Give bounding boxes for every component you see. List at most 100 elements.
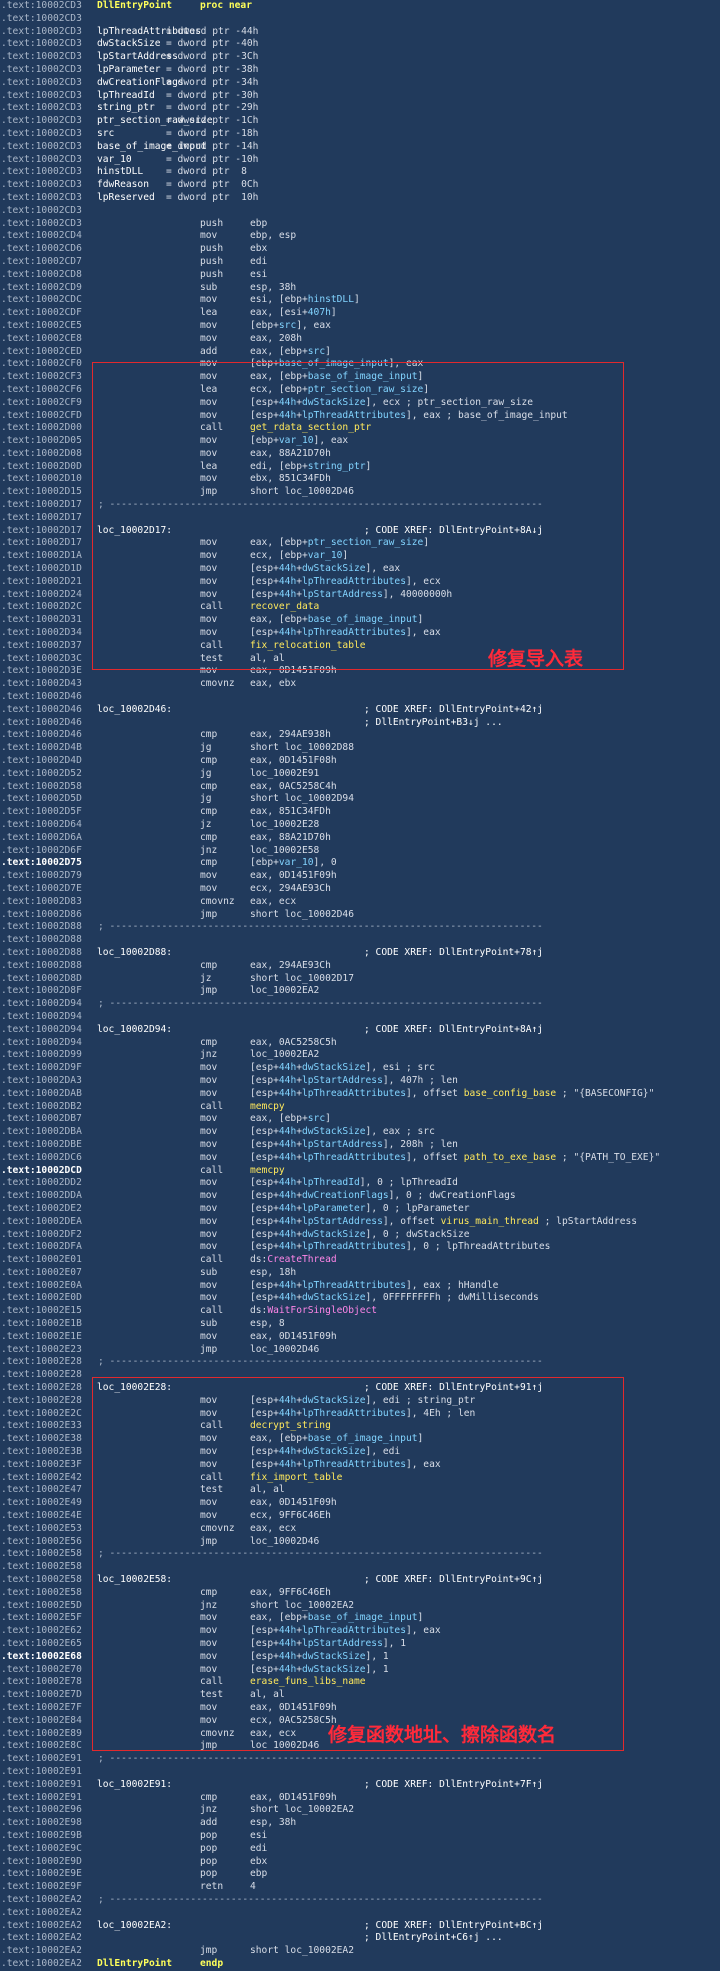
address: .text:10002CD4 xyxy=(1,230,82,242)
code-line: .text:10002E62 mov [esp+44h+lpThreadAttrib… xyxy=(0,1625,720,1638)
operands: memcpy xyxy=(250,1164,285,1176)
code-line: .text:10002D46 ; DllEntryPoint+B3↓j ... xyxy=(0,717,720,730)
mnemonic: pop xyxy=(200,1868,218,1880)
code-line: .text:10002D86 jmp short loc_10002D46 xyxy=(0,909,720,922)
address: .text:10002CE5 xyxy=(1,319,82,331)
code-line: .text:10002DC6 mov [esp+44h+lpThreadAttrib… xyxy=(0,1152,720,1165)
address: .text:10002D94 xyxy=(1,1023,82,1035)
mnemonic: endp xyxy=(200,1957,224,1969)
code-line: .text:10002E68 mov [esp+44h+dwStackSize], … xyxy=(0,1651,720,1664)
operands: [esp+44h+lpParameter], 0 ; lpParameter xyxy=(250,1202,470,1214)
code-line: .text:10002E1E mov eax, 0D1451F09h xyxy=(0,1331,720,1344)
address: .text:10002D46 xyxy=(1,691,82,703)
address: .text:10002CF9 xyxy=(1,396,82,408)
mnemonic: mov xyxy=(200,1638,218,1649)
code-line: .text:10002CD8 push esi xyxy=(0,269,720,282)
address: .text:10002CDF xyxy=(1,307,82,319)
code-line: .text:10002CD3 dwStackSize = dword ptr -40… xyxy=(0,38,720,51)
code-line: .text:10002CD3 base_of_image_input = dword… xyxy=(0,141,720,154)
code-line: .text:10002D88 cmp eax, 294AE93Ch xyxy=(0,960,720,973)
operands: loc_10002D46 xyxy=(250,1740,320,1752)
address: .text:10002D05 xyxy=(1,435,82,447)
mnemonic: mov xyxy=(200,1701,218,1713)
code-label: DllEntryPoint xyxy=(97,1957,173,1969)
code-line: .text:10002CF0 mov [ebp+base_of_image_inpu… xyxy=(0,358,720,371)
address: .text:10002E1B xyxy=(1,1318,82,1330)
operands: [esp+44h+dwStackSize], 1 xyxy=(250,1650,389,1662)
mnemonic: mov xyxy=(200,371,218,383)
mnemonic: cmp xyxy=(200,780,218,792)
code-line: .text:10002E3B mov [esp+44h+dwStackSize], … xyxy=(0,1446,720,1459)
mnemonic: test xyxy=(200,652,224,664)
mnemonic: jmp xyxy=(200,486,218,498)
address: .text:10002E58 xyxy=(1,1586,82,1598)
operands: ebx xyxy=(250,243,268,255)
address: .text:10002CD3 xyxy=(1,127,82,139)
code-line: .text:10002D5F cmp eax, 851C34FDh xyxy=(0,806,720,819)
operands: [ebp+src], eax xyxy=(250,319,331,331)
mnemonic: call xyxy=(200,601,224,613)
mnemonic: jg xyxy=(200,742,212,754)
code-line: .text:10002D58 cmp eax, 0AC5258C4h xyxy=(0,781,720,794)
mnemonic: mov xyxy=(200,1228,218,1240)
code-line: .text:10002D52 jg loc_10002E91 xyxy=(0,768,720,781)
code-line: .text:10002CFD mov [esp+44h+lpThreadAttrib… xyxy=(0,410,720,423)
address: .text:10002D88 xyxy=(1,934,82,946)
code-line: .text:10002CE8 mov eax, 208h xyxy=(0,333,720,346)
operands: eax, [ebp+base_of_image_input] xyxy=(250,371,424,383)
address: .text:10002CD3 xyxy=(1,12,82,24)
address: .text:10002D21 xyxy=(1,575,82,587)
operands: loc_10002E58 xyxy=(250,844,320,856)
address: .text:10002E78 xyxy=(1,1676,82,1688)
code-line: .text:10002D31 mov eax, [ebp+base_of_image… xyxy=(0,614,720,627)
address: .text:10002CD3 xyxy=(1,153,82,165)
stack-var-def: = dword ptr -40h xyxy=(166,38,259,50)
address: .text:10002D0D xyxy=(1,460,82,472)
address: .text:10002D17 xyxy=(1,499,82,511)
address: .text:10002CD3 xyxy=(1,89,82,101)
code-line: .text:10002D1D mov [esp+44h+dwStackSize], … xyxy=(0,563,720,576)
code-line: .text:10002E58 cmp eax, 9FF6C46Eh xyxy=(0,1587,720,1600)
mnemonic: cmp xyxy=(200,831,218,843)
operands: ecx, [ebp+ptr_section_raw_size] xyxy=(250,383,430,395)
code-label: loc_10002EA2: xyxy=(97,1919,173,1931)
mnemonic: mov xyxy=(200,1279,218,1291)
address: .text:10002D6F xyxy=(1,844,82,856)
mnemonic: jmp xyxy=(200,908,218,920)
code-line: .text:10002E58 xyxy=(0,1561,720,1574)
operands: ebp, esp xyxy=(250,230,297,242)
operands: eax, 851C34FDh xyxy=(250,806,331,818)
address: .text:10002E68 xyxy=(1,1650,82,1662)
label-line: .text:10002D94 loc_10002D94: ; CODE XREF: … xyxy=(0,1024,720,1037)
address: .text:10002CD3 xyxy=(1,38,82,50)
separator-dashes: ; --------------------------------------… xyxy=(98,1356,543,1368)
operands: eax, 0D1451F09h xyxy=(250,665,337,677)
stack-var-def: = dword ptr -3Ch xyxy=(166,51,259,63)
code-line: .text:10002CDC mov esi, [ebp+hinstDLL] xyxy=(0,294,720,307)
address: .text:10002DE2 xyxy=(1,1202,82,1214)
operands: eax, 88A21D70h xyxy=(250,831,331,843)
code-line: .text:10002EA2 ; DllEntryPoint+C6↑j ... xyxy=(0,1932,720,1945)
operands: eax, 0D1451F09h xyxy=(250,1791,337,1803)
code-label: loc_10002E91: xyxy=(97,1778,173,1790)
code-line: .text:10002E70 mov [esp+44h+dwStackSize], … xyxy=(0,1664,720,1677)
mnemonic: jmp xyxy=(200,1945,218,1957)
code-line: .text:10002E33 call decrypt_string xyxy=(0,1420,720,1433)
separator-dashes: ; --------------------------------------… xyxy=(98,998,543,1010)
mnemonic: call xyxy=(200,1471,224,1483)
code-line: .text:10002E1B sub esp, 8 xyxy=(0,1318,720,1331)
mnemonic: cmp xyxy=(200,959,218,971)
annotation-label-import: 修复导入表 xyxy=(488,648,584,670)
address: .text:10002E28 xyxy=(1,1356,82,1368)
operands: esi, [ebp+hinstDLL] xyxy=(250,294,360,306)
operands: short loc_10002EA2 xyxy=(250,1945,354,1957)
code-line: .text:10002E2C mov [esp+44h+lpThreadAttrib… xyxy=(0,1408,720,1421)
operands: [ebp+var_10], 0 xyxy=(250,857,337,869)
separator-dashes: ; --------------------------------------… xyxy=(98,1753,543,1765)
xref-comment: ; CODE XREF: DllEntryPoint+78↑j xyxy=(364,946,544,958)
code-line: .text:10002EA2 DllEntryPoint endp xyxy=(0,1958,720,1971)
code-line: .text:10002D10 mov ebx, 851C34FDh xyxy=(0,473,720,486)
code-line: .text:10002CF3 mov eax, [ebp+base_of_image… xyxy=(0,371,720,384)
address: .text:10002DB2 xyxy=(1,1100,82,1112)
operands: ecx, 294AE93Ch xyxy=(250,882,331,894)
